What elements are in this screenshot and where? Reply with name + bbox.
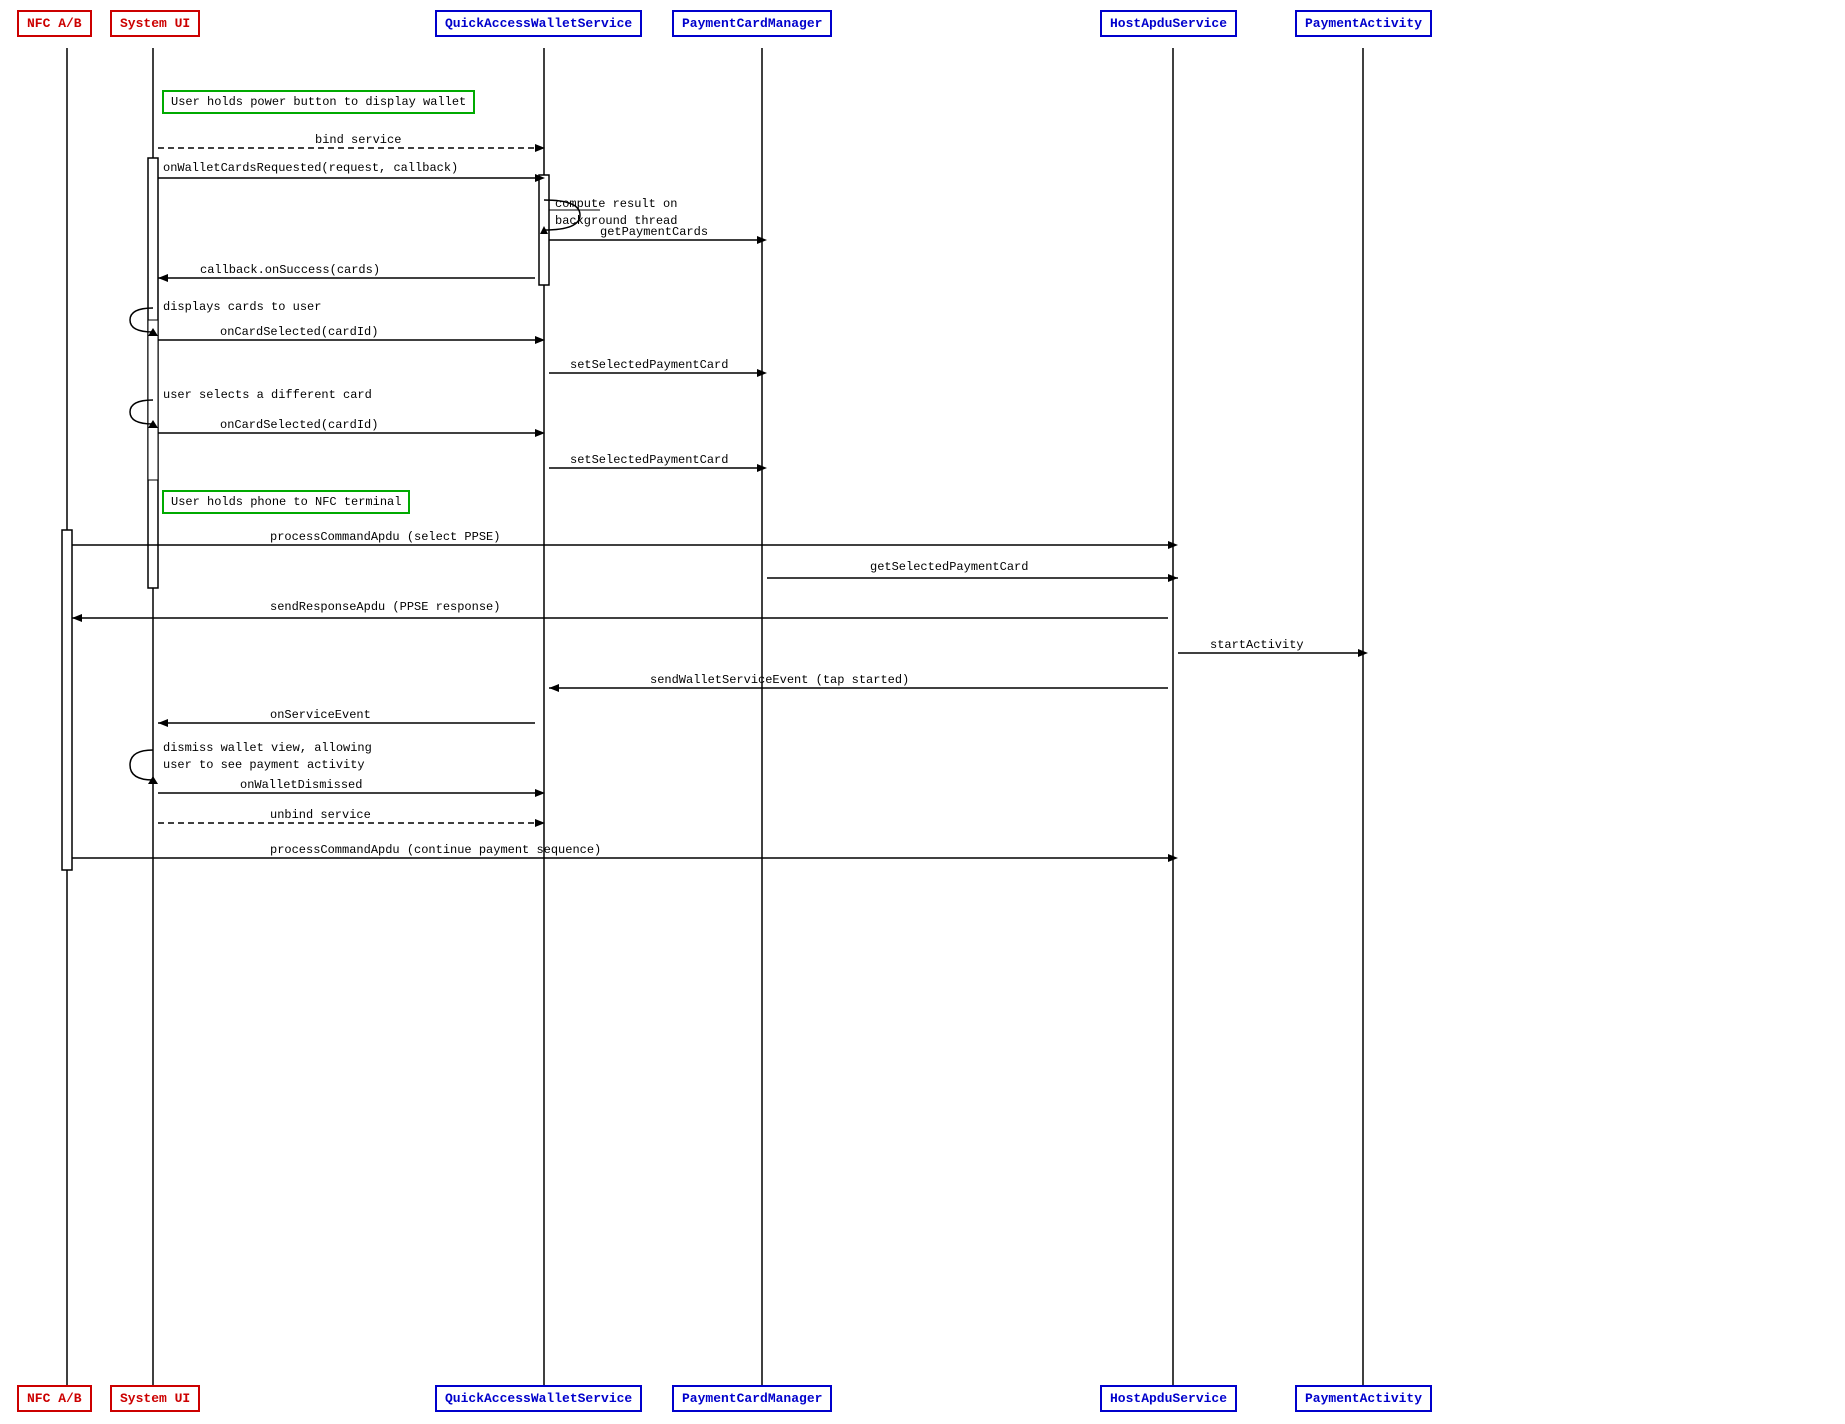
- label-processcommandapdu-2: processCommandApdu (continue payment seq…: [270, 843, 601, 857]
- lifeline-paymentactivity-top: PaymentActivity: [1295, 10, 1432, 37]
- label-processcommandapdu-1: processCommandApdu (select PPSE): [270, 530, 500, 544]
- label-onwalletdismissed: onWalletDismissed: [240, 778, 362, 792]
- lifeline-systemui-bottom: System UI: [110, 1385, 200, 1412]
- label-oncardselected-1: onCardSelected(cardId): [220, 325, 378, 339]
- label-setselectedpayment-2: setSelectedPaymentCard: [570, 453, 728, 467]
- lifeline-hostapdu-bottom: HostApduService: [1100, 1385, 1237, 1412]
- label-setselectedpayment-1: setSelectedPaymentCard: [570, 358, 728, 372]
- label-onserviceevent: onServiceEvent: [270, 708, 371, 722]
- label-getselectedpayment: getSelectedPaymentCard: [870, 560, 1028, 574]
- label-callback-onsuccess: callback.onSuccess(cards): [200, 263, 380, 277]
- label-bind-service: bind service: [315, 133, 401, 147]
- note-nfc-terminal: User holds phone to NFC terminal: [162, 490, 410, 514]
- label-oncardselected-2: onCardSelected(cardId): [220, 418, 378, 432]
- diagram-container: NFC A/B System UI QuickAccessWalletServi…: [0, 0, 1845, 1424]
- label-unbind-service: unbind service: [270, 808, 371, 822]
- lifeline-paymentcard-bottom: PaymentCardManager: [672, 1385, 832, 1412]
- label-sendwalletevent: sendWalletServiceEvent (tap started): [650, 673, 909, 687]
- note-power-button: User holds power button to display walle…: [162, 90, 475, 114]
- lifeline-paymentcard-top: PaymentCardManager: [672, 10, 832, 37]
- label-startactivity: startActivity: [1210, 638, 1304, 652]
- label-sendresponseapdu: sendResponseApdu (PPSE response): [270, 600, 500, 614]
- lifeline-quickaccess-top: QuickAccessWalletService: [435, 10, 642, 37]
- lifeline-quickaccess-bottom: QuickAccessWalletService: [435, 1385, 642, 1412]
- lifeline-hostapdu-top: HostApduService: [1100, 10, 1237, 37]
- lifeline-nfc-top: NFC A/B: [17, 10, 92, 37]
- label-getpaymentcards: getPaymentCards: [600, 225, 708, 239]
- label-user-selects: user selects a different card: [163, 388, 372, 402]
- lifeline-nfc-bottom: NFC A/B: [17, 1385, 92, 1412]
- label-displays-cards: displays cards to user: [163, 300, 321, 314]
- label-dismiss-wallet: dismiss wallet view, allowinguser to see…: [163, 740, 372, 774]
- lifeline-systemui-top: System UI: [110, 10, 200, 37]
- lifeline-paymentactivity-bottom: PaymentActivity: [1295, 1385, 1432, 1412]
- label-onwalletcards: onWalletCardsRequested(request, callback…: [163, 161, 458, 175]
